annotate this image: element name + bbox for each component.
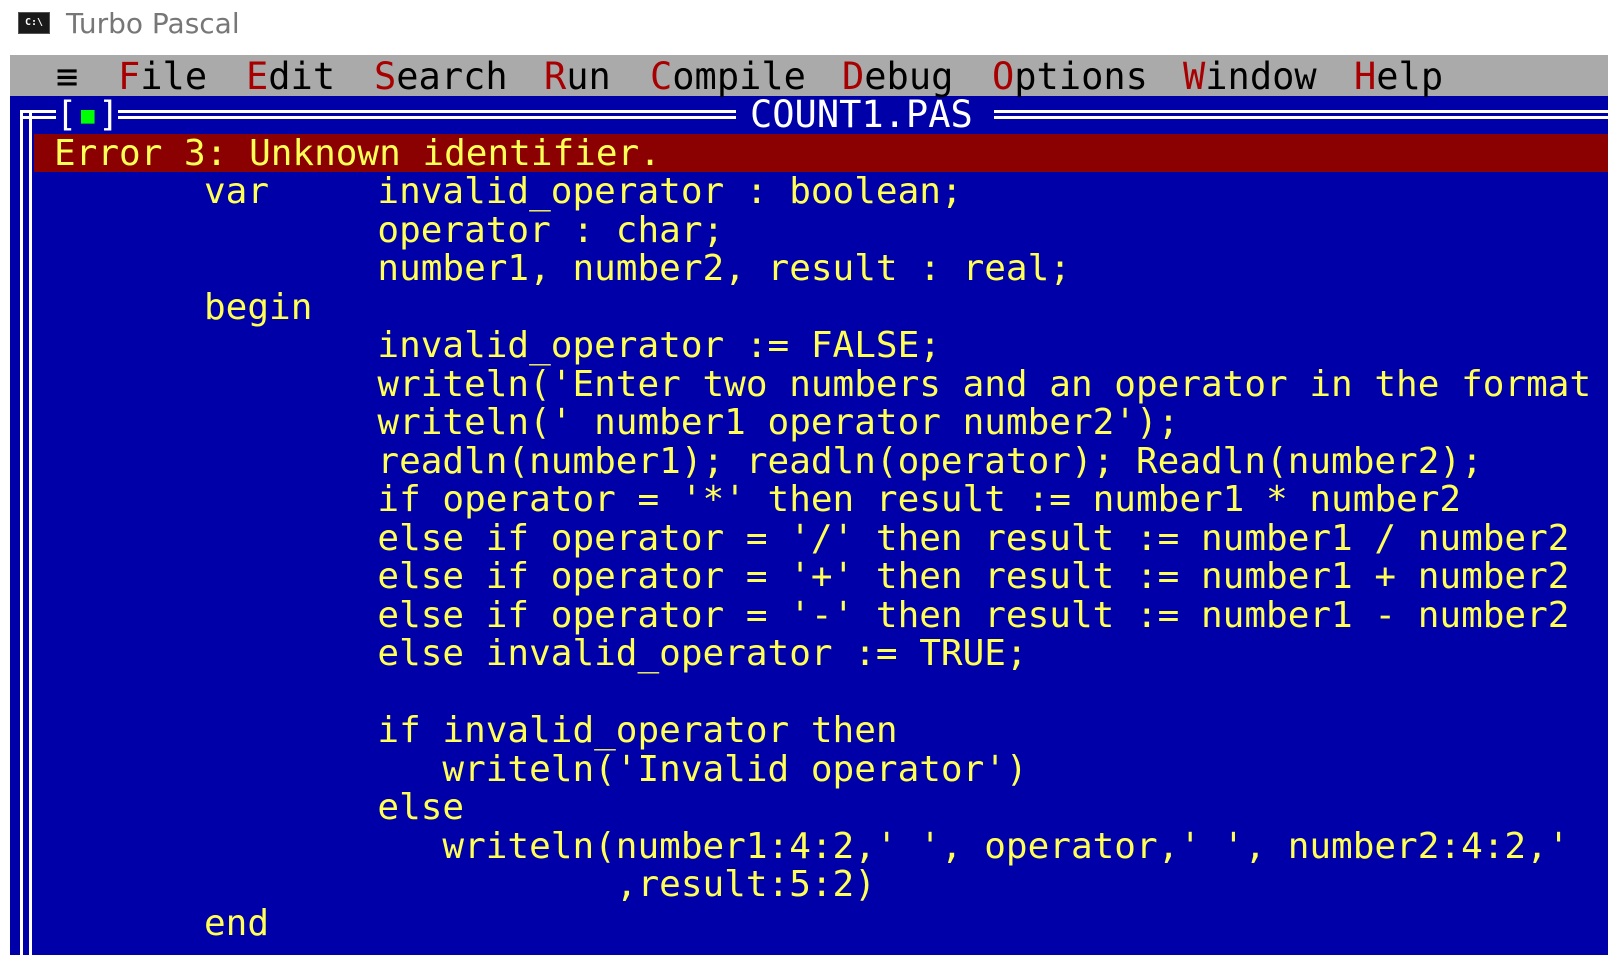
error-banner: Error 3: Unknown identifier. — [34, 133, 1608, 174]
menu-options-label: ptions — [1014, 55, 1148, 98]
menu-search-label: earch — [396, 55, 508, 98]
code-line-8[interactable]: readln(number1); readln(operator); Readl… — [204, 443, 1482, 481]
code-line-3[interactable]: number1, number2, result : real; — [204, 250, 1071, 288]
code-line-6[interactable]: writeln('Enter two numbers and an operat… — [204, 366, 1591, 404]
menu-debug-hotkey: D — [842, 55, 865, 98]
code-line-10[interactable]: else if operator = '/' then result := nu… — [204, 520, 1569, 558]
code-line-15[interactable]: if invalid_operator then — [204, 712, 897, 750]
editor-window-frame: [▪] COUNT1.PAS — [10, 96, 1608, 134]
turbo-pascal-app: C:\ Turbo Pascal ≡ File Edit Search Run … — [0, 0, 1608, 955]
close-box-close-bracket: ] — [98, 95, 120, 135]
error-message: Error 3: Unknown identifier. — [54, 133, 661, 174]
menu-search[interactable]: Search — [374, 55, 508, 98]
code-line-17[interactable]: else — [204, 789, 464, 827]
code-line-5[interactable]: invalid_operator := FALSE; — [204, 327, 941, 365]
menu-file-hotkey: F — [118, 55, 141, 98]
system-menu-icon[interactable]: ≡ — [56, 55, 78, 98]
menu-run[interactable]: Run — [544, 55, 611, 98]
menu-window[interactable]: Window — [1183, 55, 1317, 98]
menu-bar: ≡ File Edit Search Run Compile Debug Opt… — [10, 55, 1608, 98]
code-line-4[interactable]: begin — [204, 289, 312, 327]
close-box-open-bracket: [ — [56, 95, 78, 135]
menu-search-hotkey: S — [374, 55, 397, 98]
menu-help[interactable]: Help — [1354, 55, 1444, 98]
menu-compile-hotkey: C — [650, 55, 673, 98]
menu-edit-label: dit — [268, 55, 336, 98]
menu-file[interactable]: File — [118, 55, 208, 98]
menu-help-hotkey: H — [1354, 55, 1377, 98]
menu-run-hotkey: R — [544, 55, 567, 98]
code-line-19[interactable]: ,result:5:2) — [204, 866, 876, 904]
window-close-box[interactable]: [▪] — [56, 96, 119, 134]
menu-window-hotkey: W — [1183, 55, 1206, 98]
code-line-11[interactable]: else if operator = '+' then result := nu… — [204, 558, 1569, 596]
menu-options[interactable]: Options — [992, 55, 1148, 98]
code-line-20[interactable]: end — [204, 905, 269, 943]
close-box-icon: ▪ — [77, 95, 99, 135]
code-line-7[interactable]: writeln(' number1 operator number2'); — [204, 404, 1179, 442]
editor-filename: COUNT1.PAS — [750, 93, 973, 136]
code-line-12[interactable]: else if operator = '-' then result := nu… — [204, 597, 1569, 635]
menu-compile-label: ompile — [672, 55, 806, 98]
menu-run-label: un — [566, 55, 611, 98]
code-line-2[interactable]: operator : char; — [204, 212, 724, 250]
code-line-13[interactable]: else invalid_operator := TRUE; — [204, 635, 1027, 673]
frame-line-left — [118, 110, 736, 119]
code-line-16[interactable]: writeln('Invalid operator') — [204, 751, 1027, 789]
frame-line-right — [994, 110, 1608, 119]
menu-debug-label: ebug — [864, 55, 954, 98]
console-area: ≡ File Edit Search Run Compile Debug Opt… — [10, 55, 1608, 955]
code-line-18[interactable]: writeln(number1:4:2,' ', operator,' ', n… — [204, 828, 1569, 866]
menu-window-label: indow — [1205, 55, 1317, 98]
menu-debug[interactable]: Debug — [842, 55, 954, 98]
menu-file-label: ile — [140, 55, 208, 98]
menu-edit-hotkey: E — [246, 55, 269, 98]
menu-edit[interactable]: Edit — [246, 55, 336, 98]
code-line-1[interactable]: var invalid_operator : boolean; — [204, 173, 963, 211]
code-line-9[interactable]: if operator = '*' then result := number1… — [204, 481, 1461, 519]
menu-options-hotkey: O — [992, 55, 1015, 98]
menu-help-label: elp — [1376, 55, 1444, 98]
window-titlebar[interactable]: C:\ Turbo Pascal — [0, 0, 1608, 52]
menu-compile[interactable]: Compile — [650, 55, 806, 98]
window-title: Turbo Pascal — [66, 7, 240, 40]
console-app-icon[interactable]: C:\ — [18, 12, 50, 34]
frame-left-border — [20, 113, 32, 955]
